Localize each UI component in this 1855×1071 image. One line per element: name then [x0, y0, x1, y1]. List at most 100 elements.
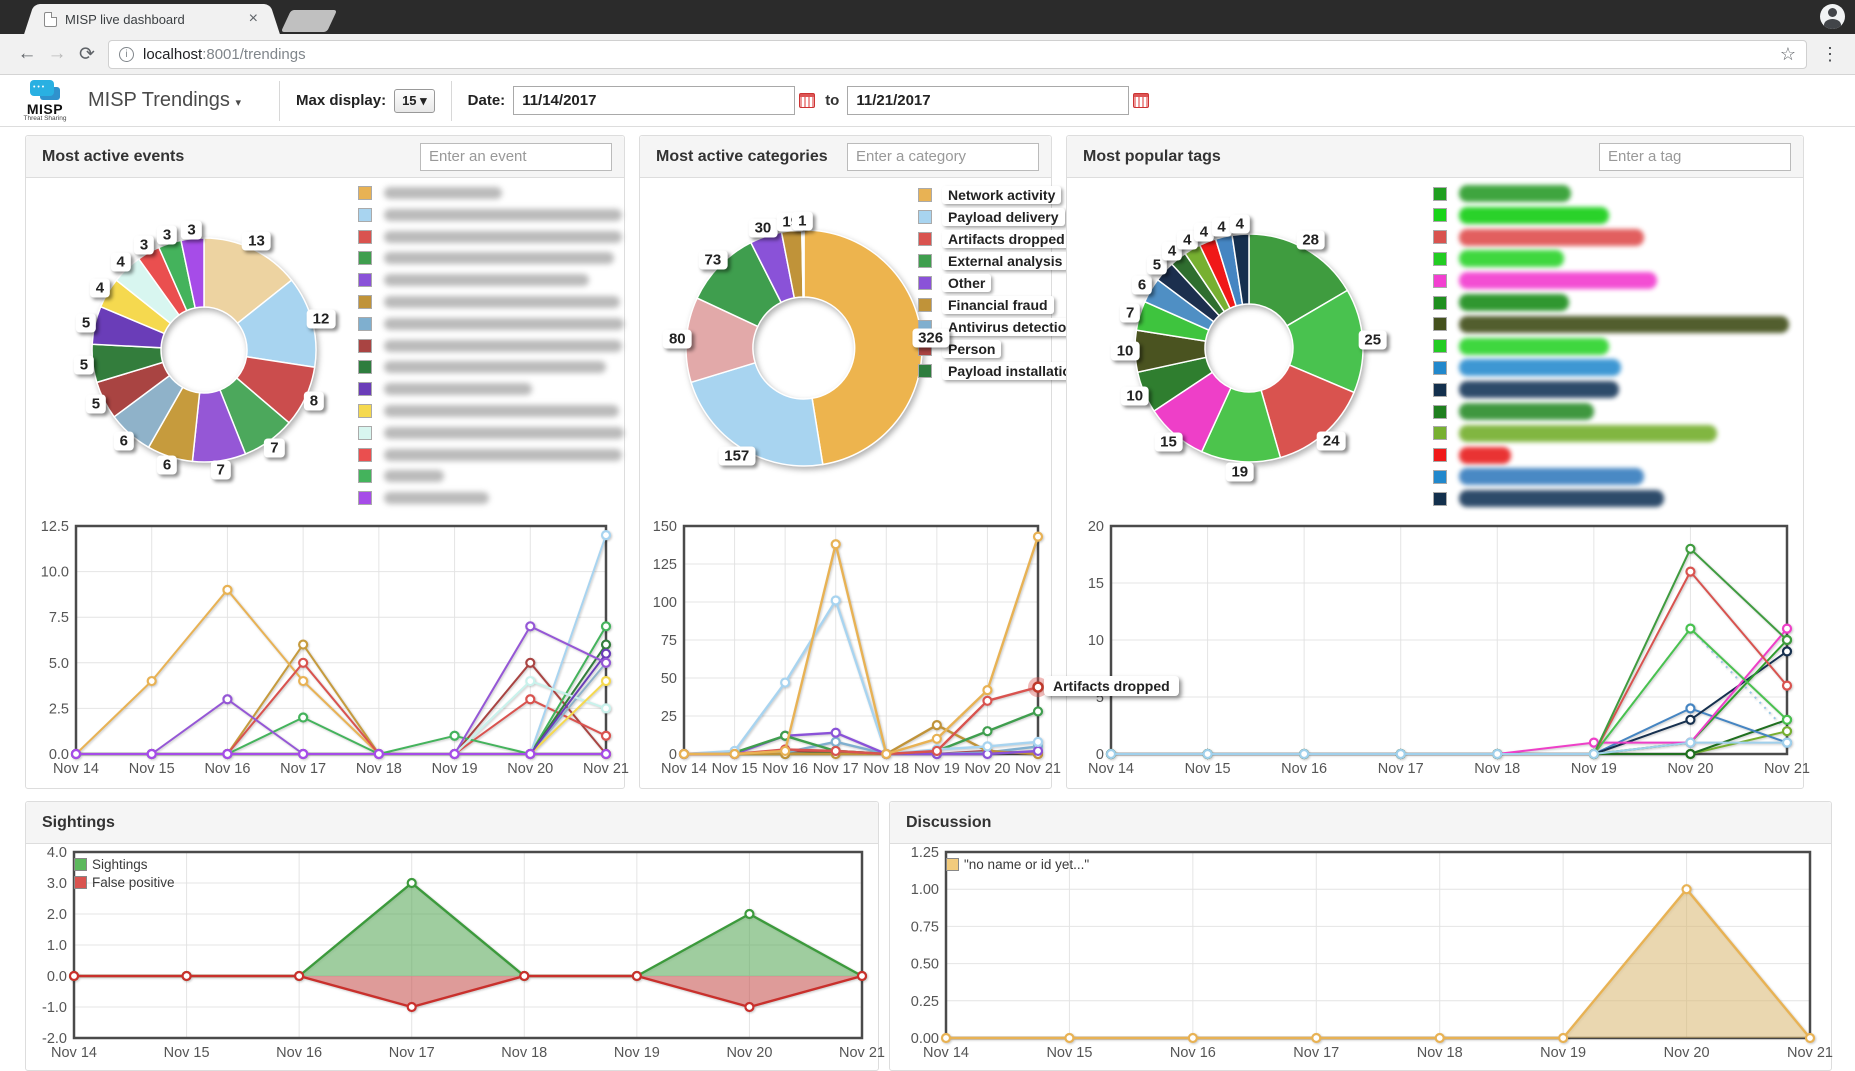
event-search-input[interactable] — [420, 143, 612, 171]
info-icon[interactable]: i — [119, 47, 134, 62]
legend-swatch — [1433, 405, 1447, 419]
legend-item — [1433, 381, 1619, 398]
legend-swatch — [358, 360, 372, 374]
header-divider — [451, 81, 452, 121]
misp-logo[interactable]: MISP Threat Sharing — [12, 78, 78, 123]
calendar-icon[interactable] — [799, 93, 815, 108]
legend-blurred-text — [384, 209, 622, 221]
legend-swatch — [1433, 187, 1447, 201]
legend-swatch — [918, 210, 932, 224]
category-search-input[interactable] — [847, 143, 1039, 171]
svg-text:Nov 18: Nov 18 — [501, 1045, 547, 1061]
panel-title: Most popular tags — [1083, 148, 1221, 166]
legend-swatch — [918, 276, 932, 290]
max-display-select[interactable]: 15 ▾ — [394, 89, 435, 113]
reload-icon[interactable]: ⟳ — [72, 43, 102, 66]
tag-pill-blurred — [1459, 207, 1609, 224]
back-icon[interactable]: ← — [12, 43, 42, 65]
legend-swatch — [1433, 274, 1447, 288]
profile-icon[interactable] — [1820, 4, 1845, 29]
svg-text:Nov 15: Nov 15 — [1185, 761, 1231, 777]
svg-text:Nov 20: Nov 20 — [1664, 1045, 1710, 1061]
url-host: localhost — [143, 46, 202, 63]
legend-swatch — [1433, 383, 1447, 397]
donut-slice-label: 4 — [1230, 215, 1250, 234]
app-title-dropdown[interactable]: MISP Trendings ▾ — [88, 89, 241, 112]
donut-slice-label: 10 — [1111, 342, 1140, 361]
svg-text:Nov 15: Nov 15 — [164, 1045, 210, 1061]
legend-blurred-text — [384, 361, 606, 373]
svg-text:Nov 21: Nov 21 — [1787, 1045, 1833, 1061]
donut-slice-label: 6 — [114, 431, 134, 450]
legend-blurred-text — [384, 274, 589, 286]
categories-donut-chart[interactable]: 326157807330191Network activityPayload d… — [640, 178, 1051, 518]
sightings-chart[interactable]: -2.0-1.00.01.02.03.04.0Nov 14Nov 15Nov 1… — [26, 844, 878, 1070]
events-line-chart[interactable]: 0.02.55.07.510.012.5Nov 14Nov 15Nov 16No… — [26, 518, 624, 788]
tab-stub[interactable] — [281, 10, 337, 32]
panel-title: Discussion — [906, 814, 991, 832]
donut-slice-label: 7 — [264, 439, 284, 458]
legend-blurred-text — [384, 449, 622, 461]
legend-item — [358, 251, 614, 265]
svg-text:1.25: 1.25 — [911, 845, 939, 861]
svg-text:2.5: 2.5 — [49, 701, 69, 717]
svg-text:Nov 16: Nov 16 — [762, 761, 808, 777]
browser-menu-icon[interactable]: ⋮ — [1817, 44, 1843, 65]
date-to-input[interactable] — [847, 86, 1129, 115]
tags-line-chart[interactable]: 05101520Nov 14Nov 15Nov 16Nov 17Nov 18No… — [1067, 518, 1803, 788]
legend-blurred-text — [384, 252, 614, 264]
browser-tab[interactable]: MISP live dashboard × — [36, 4, 268, 34]
donut-slice-label: 12 — [307, 310, 336, 329]
legend-label: Other — [942, 274, 991, 292]
legend-item — [1433, 229, 1644, 246]
donut-slice-label: 326 — [912, 328, 949, 347]
legend-label: Network activity — [942, 186, 1061, 204]
legend-swatch — [358, 448, 372, 462]
date-from-input[interactable] — [513, 86, 795, 115]
tag-pill-blurred — [1459, 250, 1564, 267]
legend-swatch — [1433, 339, 1447, 353]
tag-pill-blurred — [1459, 338, 1609, 355]
tags-donut-chart[interactable]: 2825241915101076544444 — [1067, 178, 1803, 518]
legend-item — [358, 491, 489, 505]
donut-slice-label: 6 — [157, 456, 177, 475]
svg-text:Nov 20: Nov 20 — [507, 761, 553, 777]
legend-item: Sightings — [74, 857, 175, 872]
legend-item — [1433, 359, 1621, 376]
events-donut-chart[interactable]: 13128776655544333 — [26, 178, 624, 518]
legend-item — [358, 208, 622, 222]
donut-slice-label: 24 — [1317, 431, 1346, 450]
panel-most-active-events: Most active events 13128776655544333 0.0… — [25, 135, 625, 789]
svg-text:Nov 20: Nov 20 — [1667, 761, 1713, 777]
svg-text:Nov 19: Nov 19 — [1540, 1045, 1586, 1061]
calendar-icon[interactable] — [1133, 93, 1149, 108]
discussion-chart[interactable]: 0.000.250.500.751.001.25Nov 14Nov 15Nov … — [890, 844, 1831, 1070]
svg-text:1.00: 1.00 — [911, 882, 939, 898]
url-bar[interactable]: i localhost :8001/trendings ☆ — [108, 40, 1807, 69]
legend-swatch — [918, 254, 932, 268]
tab-close-icon[interactable]: × — [247, 11, 260, 27]
legend-item — [1433, 468, 1644, 485]
donut-slice-label: 5 — [76, 314, 96, 333]
chart-tooltip: Artifacts dropped — [1044, 676, 1179, 696]
tab-title: MISP live dashboard — [65, 12, 247, 27]
legend-item — [358, 426, 624, 440]
legend-swatch — [358, 339, 372, 353]
forward-icon[interactable]: → — [42, 43, 72, 65]
tag-search-input[interactable] — [1599, 143, 1791, 171]
panel-sightings: Sightings -2.0-1.00.01.02.03.04.0Nov 14N… — [25, 801, 879, 1071]
donut-slice-label: 25 — [1358, 330, 1387, 349]
bookmark-star-icon[interactable]: ☆ — [1780, 44, 1796, 65]
legend-swatch — [1433, 361, 1447, 375]
donut-slice-label: 3 — [157, 225, 177, 244]
legend-item — [358, 404, 619, 418]
browser-tab-bar: MISP live dashboard × — [0, 0, 1855, 34]
app-header: MISP Threat Sharing MISP Trendings ▾ Max… — [0, 75, 1855, 127]
svg-text:Nov 18: Nov 18 — [356, 761, 402, 777]
legend-blurred-text — [384, 492, 489, 504]
header-divider — [279, 81, 280, 121]
legend-item — [1433, 403, 1594, 420]
legend-swatch — [918, 232, 932, 246]
categories-line-chart[interactable]: 0255075100125150Nov 14Nov 15Nov 16Nov 17… — [640, 518, 1051, 788]
legend-blurred-text — [384, 405, 619, 417]
